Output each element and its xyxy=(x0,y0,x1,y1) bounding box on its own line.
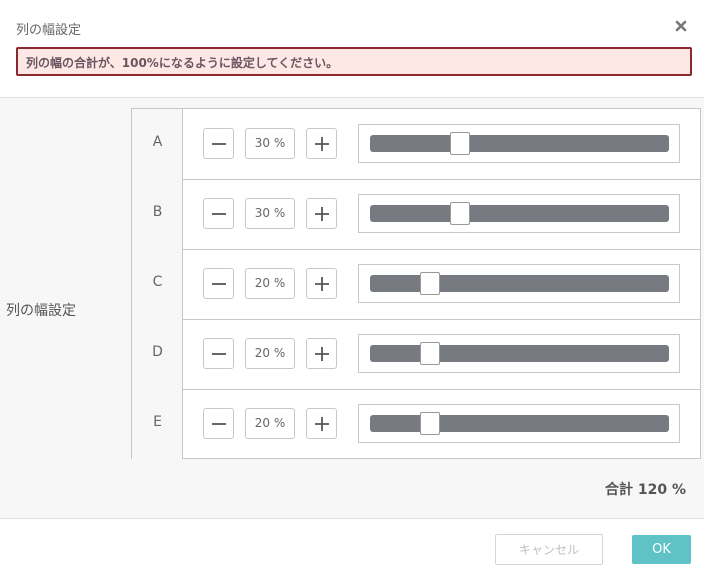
plus-icon xyxy=(315,347,329,361)
total-percent: 合計 120 % xyxy=(605,482,686,498)
slider-track[interactable] xyxy=(370,412,669,435)
minus-icon xyxy=(212,423,226,425)
plus-icon xyxy=(315,137,329,151)
column-name: E xyxy=(153,414,162,430)
dialog-title: 列の幅設定 xyxy=(16,23,82,38)
minus-icon xyxy=(212,213,226,215)
minus-icon xyxy=(212,283,226,285)
close-icon xyxy=(675,20,687,32)
percent-value[interactable]: 20 % xyxy=(245,268,295,299)
percent-value[interactable]: 20 % xyxy=(245,338,295,369)
column-name: A xyxy=(152,134,163,150)
column-row-d: D 20 % xyxy=(132,319,700,389)
plus-icon xyxy=(315,207,329,221)
slider-track[interactable] xyxy=(370,342,669,365)
plus-icon xyxy=(315,417,329,431)
slider-track[interactable] xyxy=(370,202,669,225)
width-slider[interactable] xyxy=(358,404,680,443)
slider-thumb[interactable] xyxy=(419,342,440,365)
slider-thumb[interactable] xyxy=(419,272,440,295)
plus-icon xyxy=(315,277,329,291)
cancel-button[interactable]: キャンセル xyxy=(495,534,603,565)
column-name: C xyxy=(152,274,163,290)
percent-value[interactable]: 20 % xyxy=(245,408,295,439)
column-name: B xyxy=(152,204,163,220)
column-row-b: B 30 % xyxy=(132,179,700,249)
slider-track[interactable] xyxy=(370,272,669,295)
slider-track[interactable] xyxy=(370,132,669,155)
increase-button[interactable] xyxy=(306,128,337,159)
minus-icon xyxy=(212,353,226,355)
column-name: D xyxy=(152,344,163,360)
slider-thumb[interactable] xyxy=(449,202,470,225)
percent-value[interactable]: 30 % xyxy=(245,198,295,229)
decrease-button[interactable] xyxy=(203,268,234,299)
ok-button[interactable]: OK xyxy=(632,535,691,564)
decrease-button[interactable] xyxy=(203,198,234,229)
column-row-c: C 20 % xyxy=(132,249,700,319)
width-slider[interactable] xyxy=(358,124,680,163)
column-width-table: A 30 % B 30 % C 20 % D 20 % E 20 % xyxy=(131,108,701,459)
close-button[interactable] xyxy=(675,20,689,34)
decrease-button[interactable] xyxy=(203,408,234,439)
section-label: 列の幅設定 xyxy=(6,303,76,319)
column-row-a: A 30 % xyxy=(132,109,700,179)
percent-value[interactable]: 30 % xyxy=(245,128,295,159)
decrease-button[interactable] xyxy=(203,128,234,159)
slider-thumb[interactable] xyxy=(449,132,470,155)
minus-icon xyxy=(212,143,226,145)
increase-button[interactable] xyxy=(306,338,337,369)
column-row-e: E 20 % xyxy=(132,389,700,459)
increase-button[interactable] xyxy=(306,408,337,439)
width-slider[interactable] xyxy=(358,264,680,303)
slider-thumb[interactable] xyxy=(419,412,440,435)
increase-button[interactable] xyxy=(306,198,337,229)
increase-button[interactable] xyxy=(306,268,337,299)
error-message: 列の幅の合計が、100%になるように設定してください。 xyxy=(16,47,692,76)
width-slider[interactable] xyxy=(358,334,680,373)
width-slider[interactable] xyxy=(358,194,680,233)
decrease-button[interactable] xyxy=(203,338,234,369)
